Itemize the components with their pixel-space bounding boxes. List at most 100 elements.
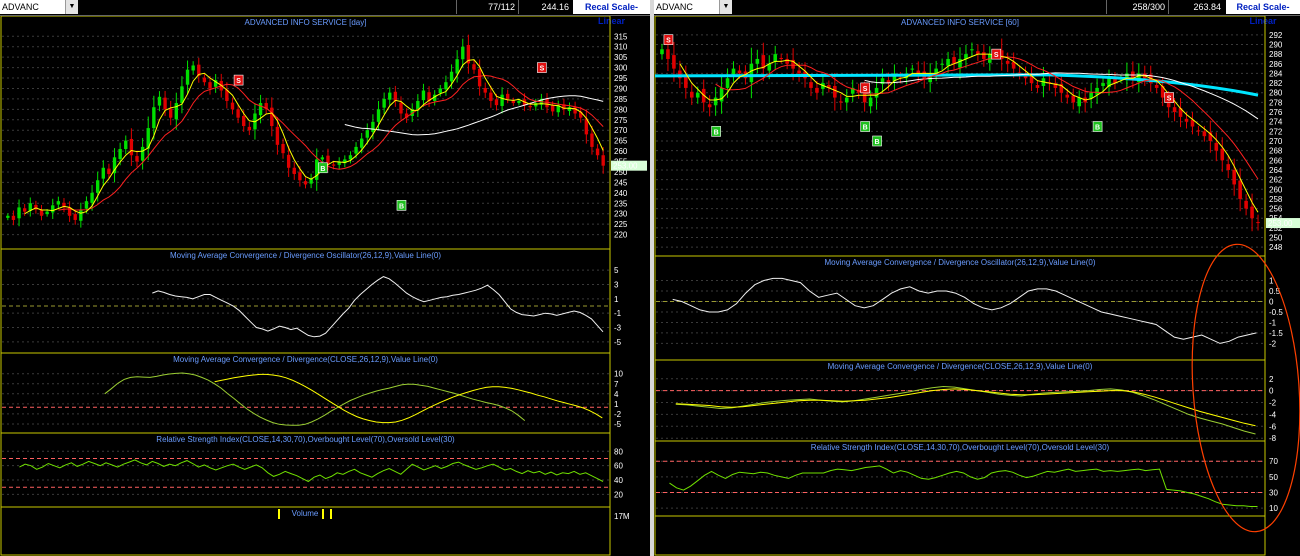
right-price-candle-body: [1071, 95, 1076, 103]
chevron-down-icon[interactable]: ▼: [719, 0, 732, 14]
right-price-candle-body: [1101, 83, 1105, 86]
right-recal-scale-button[interactable]: Recal Scale-Linear: [1226, 0, 1300, 26]
left-price-tick-label: 270: [614, 126, 628, 135]
right-macd-osc-tick-label: -2: [1269, 339, 1277, 348]
right-price-candle-body: [1220, 148, 1225, 161]
right-price-candle-body: [946, 58, 950, 66]
left-macd-tick-label: 7: [614, 380, 619, 389]
left-price-candle-body: [17, 207, 21, 219]
left-recal-scale-button[interactable]: Recal Scale-Linear: [573, 0, 650, 26]
left-price-candle-body: [506, 93, 510, 99]
right-price-candle-body: [1232, 169, 1236, 185]
right-price-candle-body: [725, 78, 730, 88]
left-price-candle-body: [421, 90, 426, 101]
left-price-candle-body: [247, 126, 252, 131]
right-symbol-value: ADVANC: [656, 2, 693, 12]
left-price-candle-body: [449, 71, 454, 82]
left-price-candle-body: [135, 156, 139, 162]
right-macd-title: Moving Average Convergence / Divergence(…: [828, 362, 1093, 371]
left-price-candle-body: [90, 192, 94, 203]
right-price-candle-body: [1017, 72, 1022, 74]
left-price-tick-label: 280: [614, 105, 628, 114]
left-price-candle-body: [472, 64, 476, 70]
left-price-candle-body: [326, 155, 330, 164]
left-macd-osc-tick-label: 5: [614, 266, 619, 275]
left-price-tick-label: 230: [614, 210, 628, 219]
right-price-signal-label: B: [863, 125, 868, 132]
right-price-candle-body: [940, 63, 944, 65]
right-price-tick-label: 274: [1269, 118, 1283, 127]
left-macd-title: Moving Average Convergence / Divergence(…: [173, 355, 438, 364]
right-price-signal-label: B: [875, 139, 880, 146]
right-symbol-select[interactable]: ADVANC ▼: [654, 0, 732, 14]
right-macd-tick-label: -4: [1269, 410, 1277, 419]
left-macd-tick-label: 10: [614, 370, 623, 379]
right-price-candle-body: [1226, 164, 1231, 170]
right-price-candle-body: [773, 54, 778, 62]
left-symbol-select[interactable]: ADVANC ▼: [0, 0, 78, 14]
left-price-candle-body: [101, 167, 105, 179]
right-price-tick-label: 262: [1269, 176, 1283, 185]
left-price-candle-body: [73, 214, 77, 220]
left-rsi-pane-frame: [0, 432, 611, 508]
right-rsi-series-line: [669, 465, 1258, 507]
right-price-candle-body: [1035, 85, 1040, 88]
left-macd-osc-tick-label: 1: [614, 295, 619, 304]
right-price-candle-body: [1005, 60, 1010, 64]
chevron-down-icon[interactable]: ▼: [65, 0, 78, 14]
left-price-candle-body: [202, 77, 207, 83]
left-price-tick-label: 235: [614, 199, 628, 208]
right-price-tick-label: 268: [1269, 147, 1283, 156]
left-price-candle-body: [399, 102, 403, 114]
left-price-candle-body: [365, 130, 369, 138]
left-price-tick-label: 295: [614, 74, 628, 83]
left-price-last-price-label: 253.00: [613, 162, 638, 171]
left-macd-osc-tick-label: 3: [614, 281, 619, 290]
right-price-candle-body: [1065, 94, 1070, 98]
right-price-candle-body: [958, 58, 962, 68]
right-price-readout: 263.84: [1168, 0, 1224, 14]
left-price-tick-label: 260: [614, 147, 628, 156]
right-price-signal-label: S: [994, 52, 999, 59]
left-price-readout: 244.16: [518, 0, 572, 14]
left-price-candle-body: [185, 69, 190, 85]
left-price-candle-body: [95, 180, 100, 193]
right-price-candle-body: [695, 92, 700, 98]
left-macd-osc-tick-label: -3: [614, 324, 622, 333]
right-macd-osc-series-line: [672, 277, 1257, 344]
right-price-tick-label: 278: [1269, 98, 1283, 107]
right-macd-osc-tick-label: -1.5: [1269, 329, 1283, 338]
left-price-candle-body: [124, 140, 128, 149]
left-price-signal-label: B: [399, 203, 404, 210]
right-price-candle-body: [1214, 142, 1219, 151]
right-price-candle-body: [815, 87, 819, 93]
left-price-candle-body: [118, 148, 122, 159]
right-chart-canvas[interactable]: ADVANCED INFO SERVICE [60]29229028828628…: [654, 16, 1300, 556]
left-chart-canvas[interactable]: ADVANCED INFO SERVICE [day]2202252302352…: [0, 16, 650, 556]
left-price-candle-body: [51, 205, 55, 213]
right-macd-osc-title: Moving Average Convergence / Divergence …: [825, 258, 1096, 267]
right-price-candle-body: [982, 52, 986, 59]
right-price-candle-body: [797, 70, 801, 74]
left-macd-osc-pane-frame: [0, 248, 611, 354]
right-price-tick-label: 286: [1269, 60, 1283, 69]
right-macd-osc-tick-label: 0: [1269, 297, 1274, 306]
right-price-candle-body: [684, 76, 688, 88]
right-price-candle-body: [833, 85, 837, 98]
left-price-candle-body: [180, 86, 184, 104]
right-price-candle-body: [707, 104, 712, 108]
left-price-candle-body: [11, 215, 16, 220]
left-volume-title: Volume: [292, 509, 319, 518]
left-rsi-tick-label: 80: [614, 447, 623, 456]
right-price-signal-label: B: [1095, 125, 1100, 132]
right-macd-series-line: [675, 385, 1256, 435]
right-price-candle-body: [839, 101, 843, 103]
left-price-candle-body: [152, 107, 156, 129]
right-macd-tick-label: 0: [1269, 387, 1274, 396]
right-rsi-tick-label: 70: [1269, 457, 1278, 466]
left-price-candle-body: [236, 109, 240, 118]
left-price-title: ADVANCED INFO SERVICE [day]: [245, 18, 367, 27]
right-price-candle-body: [713, 97, 718, 106]
right-price-tick-label: 270: [1269, 137, 1283, 146]
left-macd-pane-frame: [0, 352, 611, 434]
